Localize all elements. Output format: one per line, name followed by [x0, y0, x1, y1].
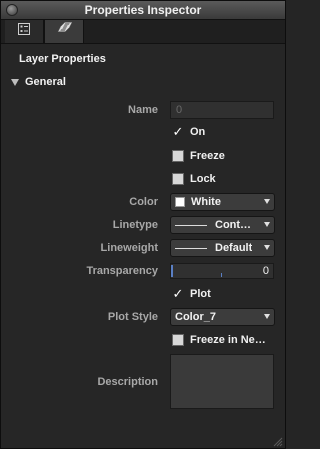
linetype-value: Cont…	[215, 219, 252, 231]
color-value: White	[191, 196, 221, 208]
transparency-label: Transparency	[86, 265, 158, 277]
description-label: Description	[97, 376, 158, 388]
linetype-label: Linetype	[112, 219, 158, 231]
name-label: Name	[128, 104, 158, 116]
window-title: Properties Inspector	[84, 3, 202, 17]
freeze-new-label: Freeze in Ne…	[190, 334, 266, 346]
dropdown-arrow-icon	[264, 222, 270, 227]
lineweight-label: Lineweight	[100, 242, 158, 254]
dropdown-arrow-icon	[264, 245, 270, 250]
lock-label: Lock	[190, 173, 216, 185]
layers-icon	[56, 22, 73, 41]
freeze-label: Freeze	[190, 150, 225, 162]
color-dropdown[interactable]: White	[170, 193, 275, 211]
properties-inspector-window: Properties Inspector Layer Properties Ge…	[0, 0, 286, 449]
transparency-slider[interactable]: 0	[170, 263, 274, 279]
transparency-value: 0	[262, 265, 269, 277]
plot-style-label: Plot Style	[107, 311, 158, 323]
disclosure-triangle-icon	[11, 78, 19, 86]
linetype-dropdown[interactable]: Cont…	[170, 216, 275, 234]
line-sample-icon	[175, 224, 207, 226]
freeze-new-checkbox-row[interactable]: Freeze in Ne…	[172, 334, 266, 346]
freeze-checkbox[interactable]	[172, 150, 184, 162]
freeze-checkbox-row[interactable]: Freeze	[172, 150, 225, 162]
tab-properties[interactable]	[5, 20, 44, 43]
properties-list-icon	[17, 22, 31, 41]
plot-style-dropdown[interactable]: Color_7	[170, 308, 275, 326]
color-swatch	[175, 197, 185, 207]
on-checkbox-row[interactable]: ✓ On	[172, 125, 206, 138]
lock-checkbox[interactable]	[172, 173, 184, 185]
lineweight-value: Default	[215, 242, 253, 254]
slider-knob[interactable]	[171, 265, 173, 277]
plot-label: Plot	[190, 288, 211, 300]
dropdown-arrow-icon	[264, 199, 270, 204]
tab-bar	[1, 20, 285, 44]
description-textarea[interactable]	[170, 354, 274, 409]
plot-checkbox-row[interactable]: ✓ Plot	[172, 287, 211, 300]
slider-tick	[221, 273, 222, 277]
dropdown-arrow-icon	[264, 314, 270, 319]
lineweight-dropdown[interactable]: Default	[170, 239, 275, 257]
checkmark-icon[interactable]: ✓	[172, 287, 184, 300]
group-label: General	[25, 76, 66, 88]
plot-style-value: Color_7	[175, 311, 216, 323]
freeze-new-checkbox[interactable]	[172, 334, 184, 346]
title-bar[interactable]: Properties Inspector	[1, 1, 285, 20]
name-field[interactable]: 0	[170, 101, 274, 119]
group-general-toggle[interactable]: General	[11, 76, 66, 88]
on-label: On	[190, 126, 206, 138]
section-title: Layer Properties	[19, 53, 106, 65]
tab-layers[interactable]	[44, 20, 84, 43]
checkmark-icon[interactable]: ✓	[172, 125, 184, 138]
lock-checkbox-row[interactable]: Lock	[172, 173, 216, 185]
resize-grip-icon[interactable]	[271, 434, 283, 447]
color-label: Color	[129, 196, 158, 208]
line-sample-icon	[175, 247, 207, 249]
